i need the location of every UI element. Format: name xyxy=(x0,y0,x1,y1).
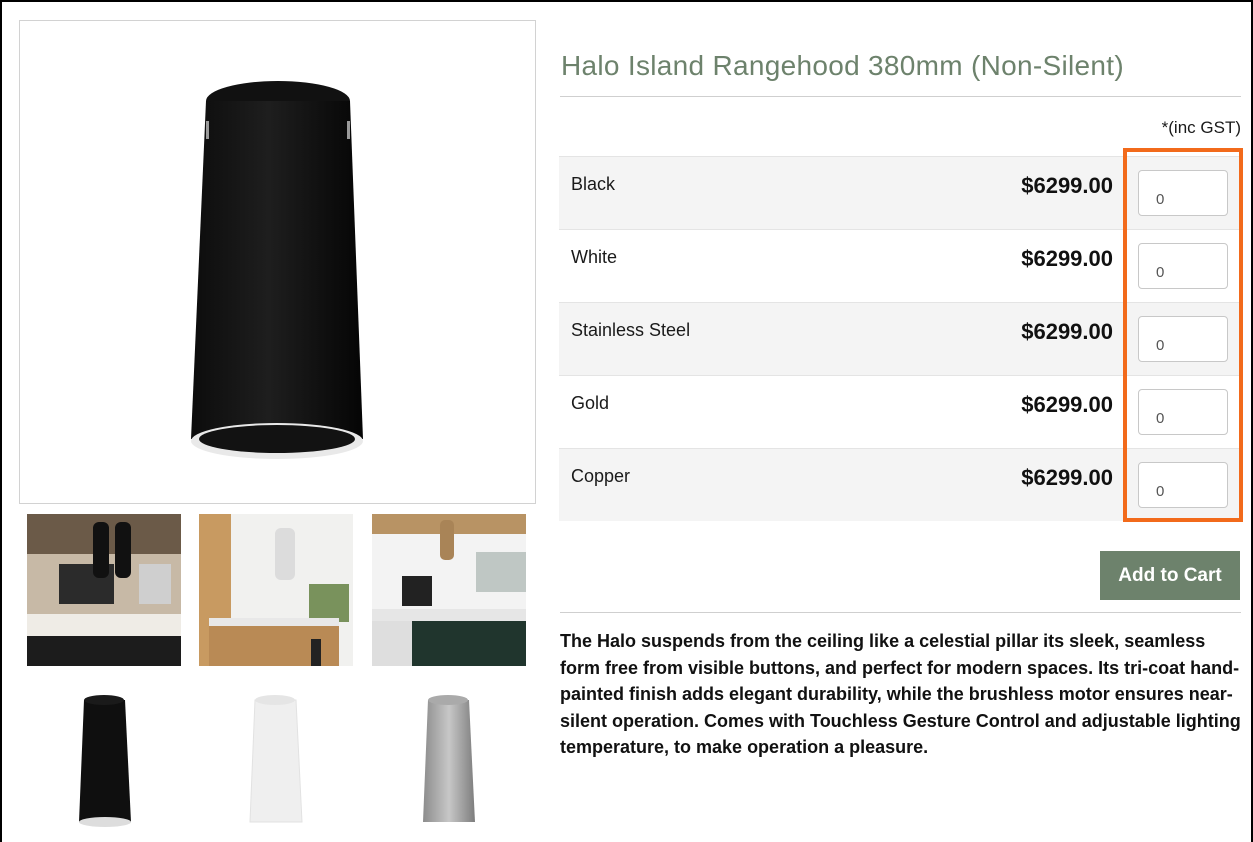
variant-name: Black xyxy=(571,174,616,194)
variant-name: White xyxy=(571,247,618,267)
thumbnail-kitchen-white-rangehood[interactable] xyxy=(199,514,353,666)
quantity-input-copper[interactable] xyxy=(1138,462,1228,508)
main-product-image[interactable] xyxy=(19,20,536,504)
quantity-input-white[interactable] xyxy=(1138,243,1228,289)
variant-price: $6299.00 xyxy=(1021,319,1113,344)
variant-price: $6299.00 xyxy=(1021,392,1113,417)
title-divider xyxy=(560,96,1241,97)
thumbnail-stainless-rangehood[interactable] xyxy=(372,686,526,838)
variant-name: Stainless Steel xyxy=(571,320,691,340)
variant-row-black: Black $6299.00 xyxy=(559,156,1243,229)
variant-row-stainless-steel: Stainless Steel $6299.00 xyxy=(559,302,1243,375)
quantity-input-gold[interactable] xyxy=(1138,389,1228,435)
add-to-cart-button[interactable]: Add to Cart xyxy=(1100,551,1240,600)
thumbnail-kitchen-black-rangehoods[interactable] xyxy=(27,514,181,666)
variant-price: $6299.00 xyxy=(1021,465,1113,490)
variant-price: $6299.00 xyxy=(1021,173,1113,198)
variant-name: Copper xyxy=(571,466,631,486)
thumbnail-white-rangehood[interactable] xyxy=(199,686,353,838)
description-divider xyxy=(560,612,1241,613)
gst-note: *(inc GST) xyxy=(1161,118,1241,137)
product-description: The Halo suspends from the ceiling like … xyxy=(560,631,1241,758)
quantity-input-stainless-steel[interactable] xyxy=(1138,316,1228,362)
variant-row-gold: Gold $6299.00 xyxy=(559,375,1243,448)
thumbnail-black-rangehood[interactable] xyxy=(27,686,181,838)
variant-list: Black $6299.00 White $6299.00 Stainless … xyxy=(559,156,1243,521)
thumbnail-kitchen-gold-rangehood[interactable] xyxy=(372,514,526,666)
variant-row-white: White $6299.00 xyxy=(559,229,1243,302)
variant-row-copper: Copper $6299.00 xyxy=(559,448,1243,521)
variant-name: Gold xyxy=(571,393,610,413)
quantity-input-black[interactable] xyxy=(1138,170,1228,216)
variant-price: $6299.00 xyxy=(1021,246,1113,271)
product-title: Halo Island Rangehood 380mm (Non-Silent) xyxy=(561,50,1124,81)
